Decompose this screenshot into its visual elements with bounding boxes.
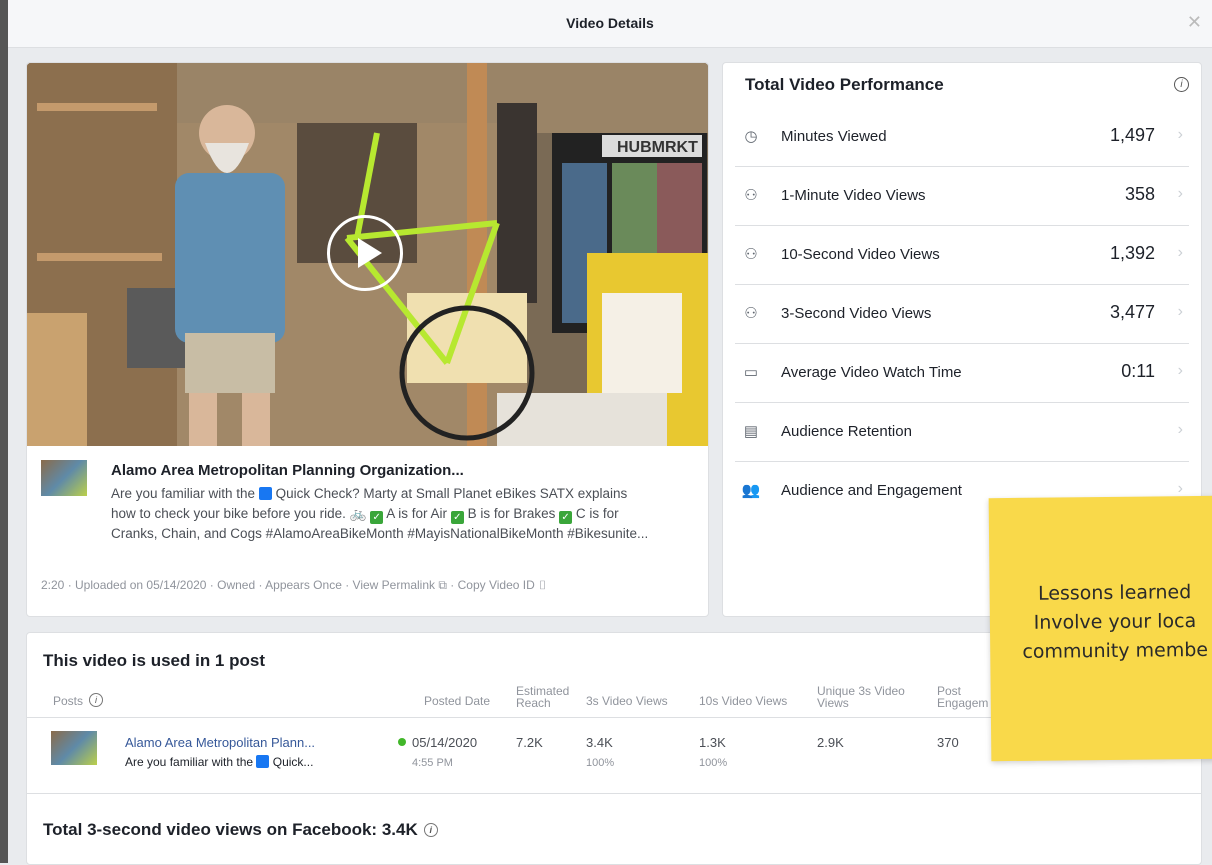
sticky-note-text: Lessons learned Involve your loca commun… bbox=[1022, 581, 1209, 663]
viewers-icon: ⚇ bbox=[744, 187, 758, 204]
metric-label: Audience and Engagement bbox=[781, 482, 962, 499]
col-estimated-reach[interactable]: Estimated Reach bbox=[516, 685, 569, 709]
row-posted-time: 4:55 PM bbox=[412, 757, 453, 769]
metric-label: 10-Second Video Views bbox=[781, 246, 940, 263]
col-unique-3s-views[interactable]: Unique 3s Video Views bbox=[817, 685, 905, 709]
metric-value: 1,392 bbox=[1109, 243, 1155, 263]
store-sign: HUBMRKT bbox=[617, 139, 698, 156]
modal-title: Video Details bbox=[566, 15, 654, 31]
post-title[interactable]: Alamo Area Metropolitan Planning Organiz… bbox=[111, 462, 464, 479]
film-icon: ▤ bbox=[743, 423, 759, 440]
row-posted-date: 05/14/2020 bbox=[398, 735, 477, 750]
viewers-icon: ⚇ bbox=[744, 305, 758, 322]
row-divider bbox=[27, 793, 1201, 794]
col-post-engagement[interactable]: Post Engagem bbox=[937, 685, 988, 709]
row-3s-pct: 100% bbox=[586, 757, 615, 769]
clock-icon: ◷ bbox=[744, 128, 758, 145]
video-camera-icon: ▭ bbox=[743, 364, 759, 381]
col-posted-date[interactable]: Posted Date bbox=[424, 695, 490, 707]
row-10s-pct: 100% bbox=[699, 757, 728, 769]
metric-label: Average Video Watch Time bbox=[781, 364, 962, 381]
info-square-icon bbox=[256, 755, 270, 768]
status-dot-icon bbox=[398, 738, 406, 746]
chevron-right-icon: › bbox=[1177, 126, 1183, 143]
post-description: Are you familiar with the Quick Check? M… bbox=[111, 486, 649, 541]
meta-text[interactable]: 2:20 · Uploaded on 05/14/2020 · Owned · … bbox=[41, 578, 435, 592]
metric-value: 3,477 bbox=[1109, 302, 1155, 322]
copy-video-id[interactable]: · Copy Video ID bbox=[450, 578, 535, 592]
row-reach: 7.2K bbox=[516, 735, 543, 750]
row-10s-views: 1.3K bbox=[699, 735, 726, 750]
row-post-title[interactable]: Alamo Area Metropolitan Plann... bbox=[125, 735, 315, 750]
chevron-right-icon: › bbox=[1177, 185, 1183, 202]
chevron-right-icon: › bbox=[1177, 303, 1183, 320]
metric-1-minute-video-views[interactable]: ⚇ 1-Minute Video Views 358 › bbox=[735, 166, 1189, 226]
performance-title: Total Video Performance bbox=[745, 75, 944, 94]
metric-label: 3-Second Video Views bbox=[781, 305, 932, 322]
post-thumbnail bbox=[41, 460, 87, 496]
row-unique-3s: 2.9K bbox=[817, 735, 844, 750]
modal-titlebar: Video Details ✕ bbox=[8, 0, 1212, 48]
row-3s-views: 3.4K bbox=[586, 735, 613, 750]
col-3s-views[interactable]: 3s Video Views bbox=[586, 695, 668, 707]
metric-10-second-video-views[interactable]: ⚇ 10-Second Video Views 1,392 › bbox=[735, 225, 1189, 285]
posts-title: This video is used in 1 post bbox=[43, 651, 265, 670]
col-posts: Posts i bbox=[53, 693, 104, 707]
permalink-icon[interactable]: ⧉ bbox=[438, 578, 447, 592]
metric-minutes-viewed[interactable]: ◷ Minutes Viewed 1,497 › bbox=[735, 107, 1189, 167]
row-post-desc: Are you familiar with the Quick... bbox=[125, 755, 314, 769]
metric-audience-retention[interactable]: ▤ Audience Retention › bbox=[735, 402, 1189, 462]
info-icon[interactable]: i bbox=[423, 823, 438, 837]
total-3s-views: Total 3-second video views on Facebook: … bbox=[43, 820, 438, 840]
chevron-right-icon: › bbox=[1177, 244, 1183, 261]
chevron-right-icon: › bbox=[1177, 421, 1183, 438]
info-icon[interactable]: i bbox=[89, 693, 104, 707]
viewers-icon: ⚇ bbox=[744, 246, 758, 263]
row-engagement: 370 bbox=[937, 735, 959, 750]
sticky-note: Lessons learned Involve your loca commun… bbox=[988, 495, 1212, 762]
copy-icon[interactable]: ▯ bbox=[538, 578, 547, 592]
info-square-icon bbox=[258, 487, 272, 500]
play-icon[interactable] bbox=[327, 215, 403, 291]
info-icon[interactable]: i bbox=[1174, 77, 1189, 92]
people-icon: 👥 bbox=[741, 482, 761, 499]
metric-value: 358 bbox=[1124, 184, 1155, 204]
metric-label: Audience Retention bbox=[781, 423, 912, 440]
check-box-icon: ✓ bbox=[559, 511, 573, 524]
check-box-icon: ✓ bbox=[370, 511, 384, 524]
row-thumbnail bbox=[51, 731, 97, 765]
video-player[interactable]: HUBMRKT bbox=[27, 63, 708, 446]
bikes-emoji-icon: 🚲 bbox=[349, 506, 367, 521]
metric-value: 1,497 bbox=[1109, 125, 1155, 145]
left-edge bbox=[0, 0, 8, 863]
metric-average-watch-time[interactable]: ▭ Average Video Watch Time 0:11 › bbox=[735, 343, 1189, 403]
metric-label: Minutes Viewed bbox=[781, 128, 887, 145]
close-icon[interactable]: ✕ bbox=[1187, 12, 1202, 33]
video-meta: 2:20 · Uploaded on 05/14/2020 · Owned · … bbox=[41, 578, 547, 593]
col-10s-views[interactable]: 10s Video Views bbox=[699, 695, 787, 707]
video-card: HUBMRKT Alamo Area Metropolitan Planning… bbox=[26, 62, 709, 617]
metric-value: 0:11 bbox=[1121, 361, 1155, 381]
check-box-icon: ✓ bbox=[450, 511, 464, 524]
metric-3-second-video-views[interactable]: ⚇ 3-Second Video Views 3,477 › bbox=[735, 284, 1189, 344]
metric-label: 1-Minute Video Views bbox=[781, 187, 926, 204]
chevron-right-icon: › bbox=[1177, 362, 1183, 379]
